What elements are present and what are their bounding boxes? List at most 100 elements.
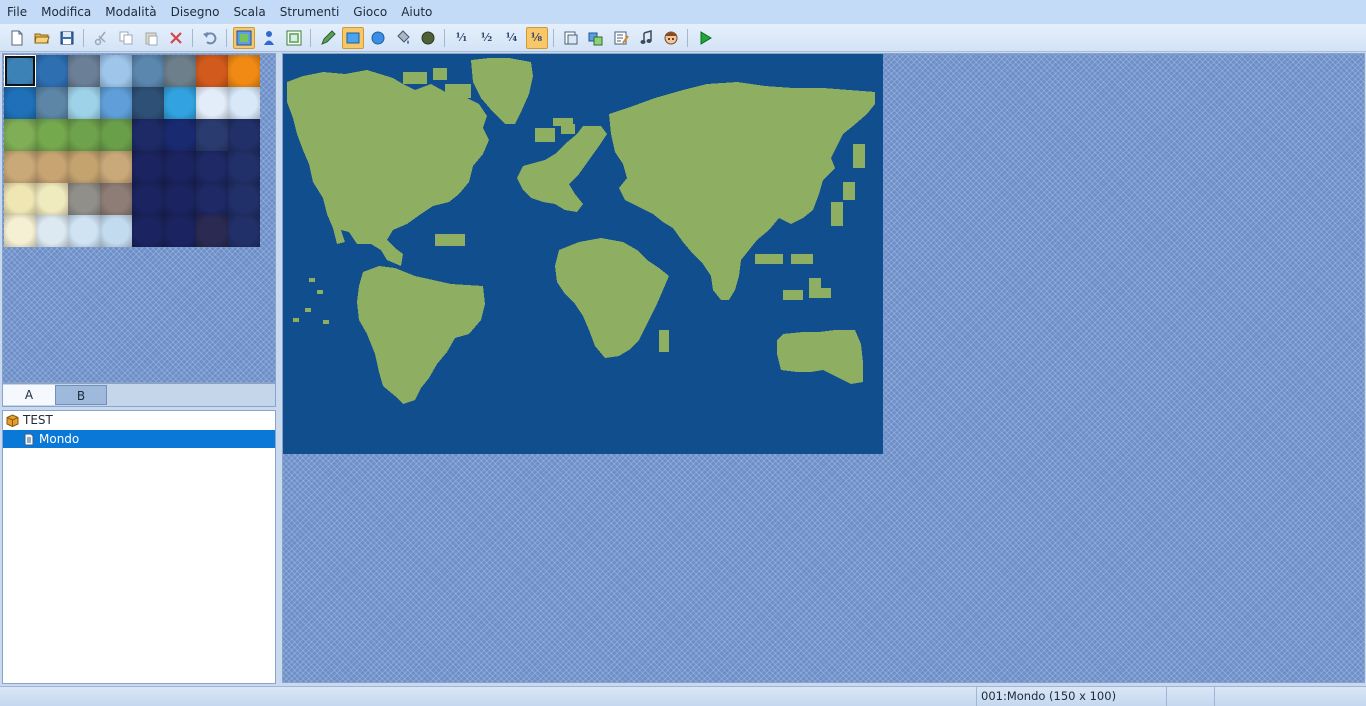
open-project-button[interactable] <box>31 27 53 49</box>
paste-icon <box>143 30 159 46</box>
tileset-tile[interactable] <box>132 55 164 87</box>
tileset-tile[interactable] <box>164 183 196 215</box>
tileset-tile[interactable] <box>196 55 228 87</box>
tileset-tile[interactable] <box>196 151 228 183</box>
tileset-tile[interactable] <box>36 215 68 247</box>
tileset-tile[interactable] <box>100 55 132 87</box>
menu-scala[interactable]: Scala <box>226 0 272 24</box>
new-project-button[interactable] <box>6 27 28 49</box>
database-button[interactable] <box>560 27 582 49</box>
menu-file[interactable]: File <box>0 0 34 24</box>
resource-manager-button[interactable] <box>585 27 607 49</box>
tree-map-item[interactable]: Mondo <box>3 430 275 448</box>
fill-tool-button[interactable] <box>392 27 414 49</box>
tileset-tile[interactable] <box>132 215 164 247</box>
tileset-tile[interactable] <box>132 119 164 151</box>
zoom-1-1-button[interactable]: ¹⁄₁ <box>451 27 473 49</box>
tileset-tile[interactable] <box>4 55 36 87</box>
tileset-tile[interactable] <box>4 151 36 183</box>
pencil-tool-button[interactable] <box>317 27 339 49</box>
tileset-tile[interactable] <box>4 119 36 151</box>
tileset-tile[interactable] <box>228 183 260 215</box>
tileset-tile[interactable] <box>68 119 100 151</box>
zoom-1-4-icon: ¹⁄₄ <box>505 31 518 44</box>
script-editor-button[interactable] <box>610 27 632 49</box>
menu-modifica[interactable]: Modifica <box>34 0 98 24</box>
zoom-1-2-button[interactable]: ¹⁄₂ <box>476 27 498 49</box>
event-mode-button[interactable] <box>258 27 280 49</box>
tree-map-label: Mondo <box>39 432 80 446</box>
tileset-tile[interactable] <box>68 183 100 215</box>
menu-aiuto[interactable]: Aiuto <box>394 0 439 24</box>
tileset-tile[interactable] <box>228 119 260 151</box>
tileset-tile[interactable] <box>68 55 100 87</box>
tileset-tile[interactable] <box>68 87 100 119</box>
toolbar-separator <box>310 28 311 47</box>
tileset-tile[interactable] <box>100 119 132 151</box>
tileset-tile[interactable] <box>196 215 228 247</box>
tab-tileset-a[interactable]: A <box>3 385 55 405</box>
sound-test-button[interactable] <box>635 27 657 49</box>
tileset-tile[interactable] <box>36 151 68 183</box>
rectangle-tool-button[interactable] <box>341 26 364 49</box>
copy-button[interactable] <box>115 27 137 49</box>
playtest-button[interactable] <box>694 27 716 49</box>
tileset-tile[interactable] <box>228 215 260 247</box>
tree-project-root[interactable]: TEST <box>3 411 275 429</box>
toolbar-separator <box>192 28 193 47</box>
tileset-tile[interactable] <box>100 215 132 247</box>
shadow-pen-button[interactable] <box>417 27 439 49</box>
menu-disegno[interactable]: Disegno <box>164 0 227 24</box>
character-face-icon <box>663 30 679 46</box>
tileset-tile[interactable] <box>164 215 196 247</box>
tileset-tile[interactable] <box>36 183 68 215</box>
tileset-tile[interactable] <box>164 119 196 151</box>
shadow-pen-icon <box>420 30 436 46</box>
tileset-tile[interactable] <box>68 215 100 247</box>
tileset-tile[interactable] <box>132 151 164 183</box>
tileset-tile[interactable] <box>36 87 68 119</box>
tileset-tile[interactable] <box>132 183 164 215</box>
tileset-tile[interactable] <box>36 55 68 87</box>
tileset-tile[interactable] <box>4 215 36 247</box>
map-mode-button[interactable] <box>232 26 255 49</box>
tileset-tile[interactable] <box>196 119 228 151</box>
map-editor-area[interactable] <box>282 53 1365 683</box>
character-generator-button[interactable] <box>660 27 682 49</box>
tileset-tile[interactable] <box>132 87 164 119</box>
tileset-tile[interactable] <box>100 151 132 183</box>
undo-button[interactable] <box>199 27 221 49</box>
tab-tileset-b[interactable]: B <box>55 385 107 405</box>
event-person-icon <box>261 30 277 46</box>
ellipse-tool-button[interactable] <box>367 27 389 49</box>
tileset-tile[interactable] <box>228 151 260 183</box>
tileset-tile[interactable] <box>196 183 228 215</box>
tileset-tile[interactable] <box>100 87 132 119</box>
delete-button[interactable] <box>165 27 187 49</box>
undo-icon <box>202 30 218 46</box>
tileset-tile[interactable] <box>164 87 196 119</box>
cut-button[interactable] <box>90 27 112 49</box>
menu-gioco[interactable]: Gioco <box>346 0 394 24</box>
tileset-tile[interactable] <box>196 87 228 119</box>
tileset-tile[interactable] <box>4 87 36 119</box>
tileset-tile[interactable] <box>4 183 36 215</box>
zoom-1-4-button[interactable]: ¹⁄₄ <box>501 27 523 49</box>
save-project-button[interactable] <box>56 27 78 49</box>
tileset-tile[interactable] <box>228 87 260 119</box>
world-map-canvas[interactable] <box>283 54 883 454</box>
zoom-1-8-button[interactable]: ¹⁄₈ <box>525 26 548 49</box>
tileset-tile[interactable] <box>100 183 132 215</box>
tileset-tile[interactable] <box>164 151 196 183</box>
tileset-tile[interactable] <box>68 151 100 183</box>
menu-modalit[interactable]: Modalità <box>98 0 163 24</box>
paste-button[interactable] <box>140 27 162 49</box>
tileset-palette[interactable] <box>2 53 276 383</box>
menu-strumenti[interactable]: Strumenti <box>273 0 347 24</box>
region-mode-button[interactable] <box>283 27 305 49</box>
zoom-1-8-icon: ¹⁄₈ <box>530 31 543 44</box>
tileset-tile[interactable] <box>164 55 196 87</box>
tileset-grid[interactable] <box>4 55 260 247</box>
tileset-tile[interactable] <box>228 55 260 87</box>
tileset-tile[interactable] <box>36 119 68 151</box>
